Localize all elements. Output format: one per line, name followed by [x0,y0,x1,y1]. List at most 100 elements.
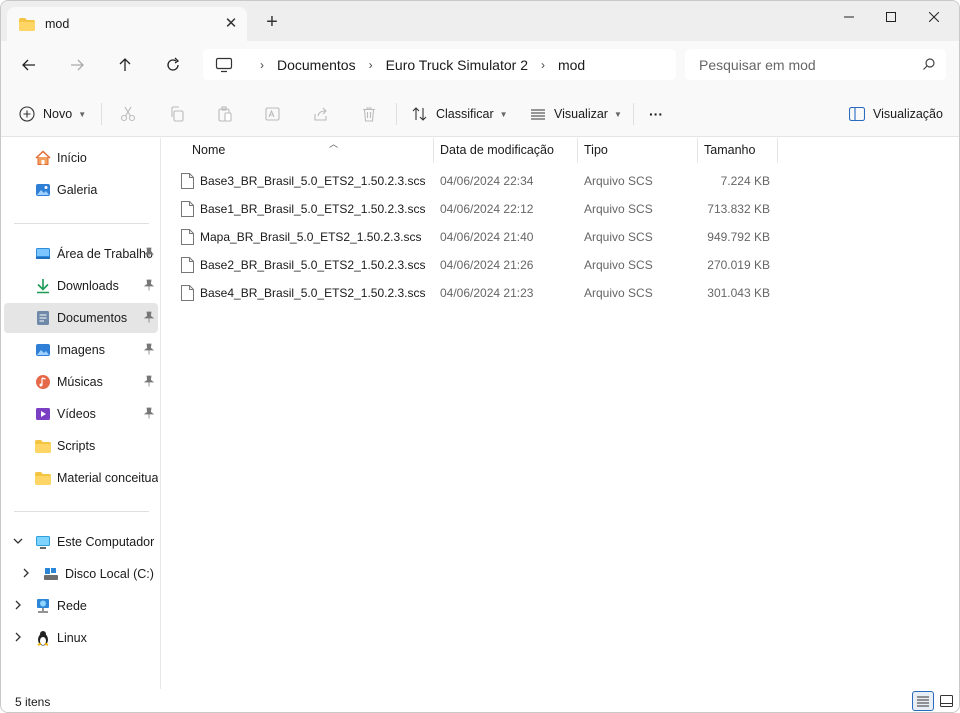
sidebar-item-galeria[interactable]: Galeria [4,175,158,205]
chevron-down-icon: ▼ [499,109,508,119]
sidebar-item-rede[interactable]: Rede [4,591,158,621]
maximize-button[interactable] [868,1,914,33]
paste-icon [218,106,232,122]
tab-close-icon[interactable]: ✕ [223,16,239,32]
file-list: ︿ Nome Data de modificação Tipo Tamanho … [161,138,959,689]
sidebar-item-scripts[interactable]: Scripts [4,431,158,461]
column-header-type[interactable]: Tipo [577,138,698,163]
rename-icon [265,107,280,121]
item-count: 5 itens [15,695,51,709]
table-row[interactable]: Base4_BR_Brasil_5.0_ETS2_1.50.2.3.scs 04… [178,279,778,307]
details-pane-label: Visualização [873,107,943,121]
computer-icon [215,57,233,73]
tiles-view-icon [939,695,953,707]
table-row[interactable]: Base3_BR_Brasil_5.0_ETS2_1.50.2.3.scs 04… [178,167,778,195]
minimize-icon [844,16,854,18]
sidebar-item-material-conceitual[interactable]: Material conceitual [4,463,158,493]
title-bar: mod ✕ + [1,1,959,41]
linux-icon [37,631,49,646]
refresh-button[interactable] [161,53,185,77]
column-header-name[interactable]: ︿ Nome [185,138,434,163]
sidebar-item-label: Linux [57,631,87,645]
sidebar-item-este-computador[interactable]: Este Computador [4,527,158,557]
forward-button[interactable] [65,53,89,77]
divider [14,223,149,224]
sidebar-item-musicas[interactable]: Músicas [4,367,158,397]
folder-icon [19,17,35,31]
breadcrumb-mod[interactable]: mod [558,57,585,73]
file-size: 301.043 KB [707,286,770,300]
file-type: Arquivo SCS [584,230,653,244]
pin-icon [144,375,154,387]
file-type: Arquivo SCS [584,202,653,216]
table-row[interactable]: Mapa_BR_Brasil_5.0_ETS2_1.50.2.3.scs 04/… [178,223,778,251]
file-icon [181,173,194,189]
up-button[interactable] [113,53,137,77]
sidebar-item-label: Rede [57,599,87,613]
music-icon [36,375,50,389]
sidebar-item-area-de-trabalho[interactable]: Área de Trabalho [4,239,158,269]
breadcrumb-documentos[interactable]: Documentos [277,57,356,73]
pin-icon [144,407,154,419]
breadcrumb-separator: › [368,57,373,72]
copy-button[interactable] [167,104,187,124]
computer-icon [36,536,50,549]
cut-button[interactable] [118,104,138,124]
details-view-button[interactable] [912,691,934,711]
close-button[interactable] [911,1,957,33]
search-input[interactable]: Pesquisar em mod [685,49,946,80]
file-date: 04/06/2024 22:12 [440,202,534,216]
column-header-label: Tamanho [704,143,756,157]
tiles-view-button[interactable] [935,691,957,711]
folder-icon [35,472,51,485]
new-tab-button[interactable]: + [263,12,281,32]
paste-button[interactable] [215,104,235,124]
sidebar-item-documentos[interactable]: Documentos [4,303,158,333]
details-pane-button[interactable]: Visualização [849,101,943,127]
arrow-left-icon [22,59,35,71]
sidebar-item-label: Este Computador [57,535,155,549]
chevron-down-icon[interactable] [12,535,24,547]
rename-button[interactable] [263,104,283,124]
sidebar-item-disco-local[interactable]: Disco Local (C:) [4,559,158,589]
more-options-button[interactable]: ··· [649,101,663,127]
sidebar-item-imagens[interactable]: Imagens [4,335,158,365]
sidebar-item-downloads[interactable]: Downloads [4,271,158,301]
new-button[interactable]: Novo ▼ [19,101,86,127]
delete-button[interactable] [359,104,379,124]
plus-circle-icon [19,106,35,122]
view-button-label: Visualizar [554,107,608,121]
navigation-bar: › Documentos › Euro Truck Simulator 2 › … [1,41,959,89]
breadcrumb-separator: › [260,57,264,72]
table-row[interactable]: Base2_BR_Brasil_5.0_ETS2_1.50.2.3.scs 04… [178,251,778,279]
navigation-pane: Início Galeria Área de Trabalho Download… [1,138,161,689]
file-icon [181,285,194,301]
column-header-label: Data de modificação [440,143,554,157]
view-button[interactable]: Visualizar ▼ [530,101,622,127]
back-button[interactable] [17,53,41,77]
sidebar-item-videos[interactable]: Vídeos [4,399,158,429]
chevron-right-icon[interactable] [12,599,24,611]
sidebar-item-label: Galeria [57,183,98,197]
file-date: 04/06/2024 22:34 [440,174,534,188]
sort-button[interactable]: Classificar ▼ [412,101,508,127]
chevron-right-icon[interactable] [20,567,32,579]
pin-icon [144,311,154,323]
home-icon [35,150,51,165]
chevron-right-icon[interactable] [12,631,24,643]
breadcrumb-euro-truck-simulator[interactable]: Euro Truck Simulator 2 [386,57,528,73]
gallery-icon [36,184,50,196]
file-name: Base4_BR_Brasil_5.0_ETS2_1.50.2.3.scs [200,286,426,300]
share-button[interactable] [311,104,331,124]
minimize-button[interactable] [826,1,872,33]
column-header-size[interactable]: Tamanho [697,138,778,163]
sidebar-item-inicio[interactable]: Início [4,143,158,173]
tab-title: mod [45,17,70,31]
desktop-icon [36,248,50,259]
tab-mod[interactable]: mod ✕ [7,7,247,41]
address-bar[interactable]: › Documentos › Euro Truck Simulator 2 › … [203,49,676,80]
sidebar-item-linux[interactable]: Linux [4,623,158,653]
table-row[interactable]: Base1_BR_Brasil_5.0_ETS2_1.50.2.3.scs 04… [178,195,778,223]
search-placeholder: Pesquisar em mod [699,56,816,73]
column-header-date[interactable]: Data de modificação [433,138,578,163]
